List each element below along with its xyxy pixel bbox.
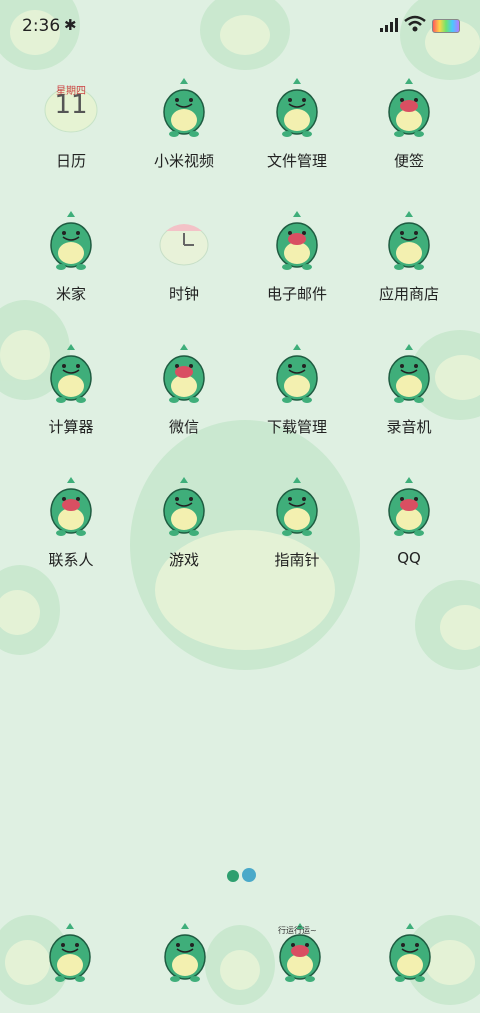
- dock-messages[interactable]: [145, 915, 225, 985]
- battery-icon: [432, 19, 460, 33]
- app-clock[interactable]: 时钟: [129, 203, 239, 313]
- phone-icon: [38, 921, 102, 985]
- recorder-icon: [377, 342, 441, 406]
- app-download-manager[interactable]: 下载管理: [242, 336, 352, 446]
- app-file-manager[interactable]: 文件管理: [242, 70, 352, 180]
- app-email[interactable]: 电子邮件: [242, 203, 352, 313]
- app-label: 时钟: [168, 285, 199, 303]
- page-indicator-dot-active[interactable]: [242, 868, 256, 882]
- app-label: 电子邮件: [266, 285, 327, 303]
- app-recorder[interactable]: 录音机: [354, 336, 464, 446]
- video-icon: [152, 76, 216, 140]
- app-label: 文件管理: [266, 152, 327, 170]
- status-bar: 2:36 ✱: [0, 0, 480, 52]
- wallpaper-dino: [415, 580, 480, 670]
- app-app-store[interactable]: 应用商店: [354, 203, 464, 313]
- mijia-icon: [39, 209, 103, 273]
- app-mijia[interactable]: 米家: [16, 203, 126, 313]
- bluetooth-icon: ✱: [64, 16, 77, 34]
- signal-icon: [380, 18, 398, 32]
- app-compass[interactable]: 指南针: [242, 469, 352, 579]
- compass-icon: [265, 475, 329, 539]
- dock-caption: 行运行运~: [278, 926, 317, 935]
- app-calculator[interactable]: 计算器: [16, 336, 126, 446]
- app-label: 便签: [393, 152, 424, 170]
- download-manager-icon: [265, 342, 329, 406]
- app-qq[interactable]: QQ: [354, 469, 464, 579]
- app-notes[interactable]: 便签: [354, 70, 464, 180]
- app-label: QQ: [397, 549, 421, 567]
- dock-phone[interactable]: [30, 915, 110, 985]
- app-label: 游戏: [168, 551, 199, 569]
- calendar-day: 11: [54, 90, 88, 120]
- app-wechat[interactable]: 微信: [129, 336, 239, 446]
- app-video[interactable]: 小米视频: [129, 70, 239, 180]
- clock-icon: [152, 209, 216, 273]
- status-time: 2:36: [22, 16, 61, 36]
- app-contacts[interactable]: 联系人: [16, 469, 126, 579]
- app-calendar[interactable]: 星期四 11 日历: [16, 70, 126, 180]
- dock: 行运行运~: [0, 915, 480, 995]
- app-label: 指南针: [274, 551, 320, 569]
- games-icon: [152, 475, 216, 539]
- app-label: 计算器: [48, 418, 94, 436]
- app-label: 录音机: [386, 418, 432, 436]
- dock-camera[interactable]: [370, 915, 450, 985]
- file-manager-icon: [265, 76, 329, 140]
- qq-icon: [377, 475, 441, 539]
- app-label: 下载管理: [266, 418, 327, 436]
- app-label: 应用商店: [378, 285, 439, 303]
- app-label: 联系人: [48, 551, 94, 569]
- contacts-icon: [39, 475, 103, 539]
- camera-icon: [378, 921, 442, 985]
- app-label: 小米视频: [153, 152, 214, 170]
- page-indicator-dot[interactable]: [227, 870, 239, 882]
- notes-icon: [377, 76, 441, 140]
- app-store-icon: [377, 209, 441, 273]
- email-icon: [265, 209, 329, 273]
- app-label: 日历: [55, 152, 86, 170]
- app-games[interactable]: 游戏: [129, 469, 239, 579]
- calculator-icon: [39, 342, 103, 406]
- wifi-icon: [404, 15, 426, 32]
- app-label: 米家: [55, 285, 86, 303]
- messages-icon: [153, 921, 217, 985]
- dock-browser[interactable]: 行运行运~: [260, 915, 340, 985]
- calendar-icon: 星期四 11: [39, 76, 103, 140]
- wechat-icon: [152, 342, 216, 406]
- app-label: 微信: [168, 418, 199, 436]
